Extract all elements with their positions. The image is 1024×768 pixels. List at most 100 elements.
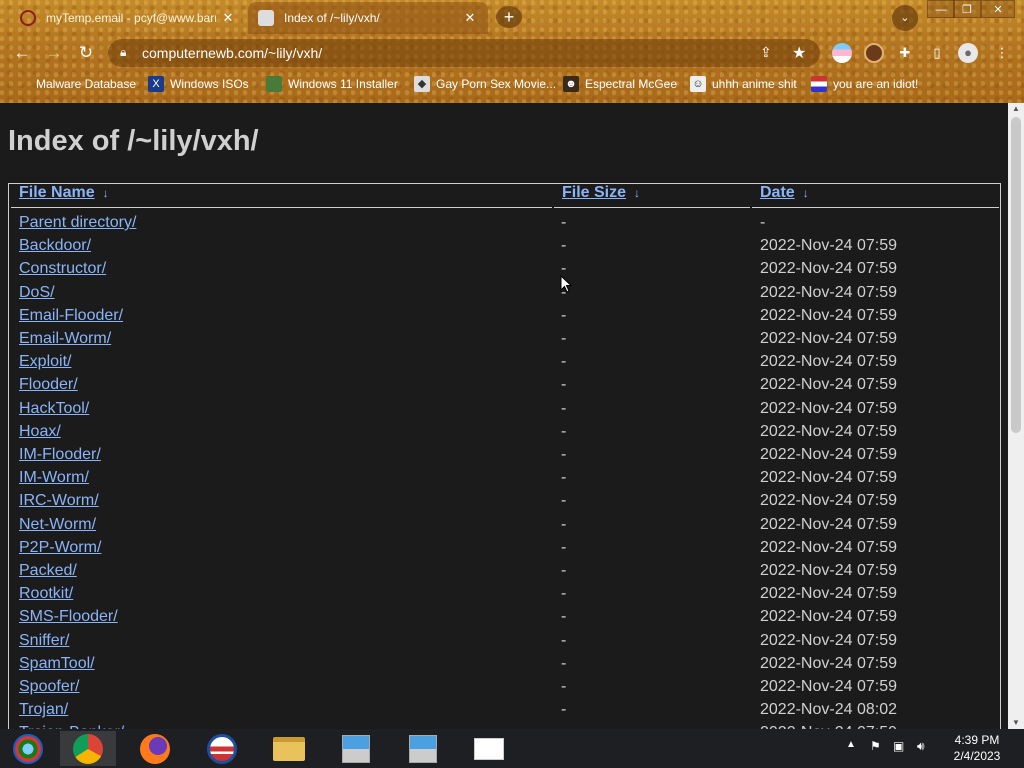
bookmark-you-are-an-idiot[interactable]: you are an idiot! [811,75,918,93]
sort-arrow-icon[interactable]: ↓ [103,186,109,200]
file-name-link[interactable]: Sniffer/ [19,632,69,650]
file-name-link[interactable]: Rootkit/ [19,585,73,603]
taskbar-installer-2[interactable] [395,731,451,766]
sort-by-date-link[interactable]: Date [760,184,795,201]
bookmark-windows-11-installer[interactable]: Windows 11 Installer [266,75,398,93]
firefox-icon [140,733,170,764]
profile-avatar-icon[interactable]: ● [958,43,978,63]
tab-strip: myTemp.email - pcyf@www.barry ✕ Index of… [0,0,1024,34]
menu-kebab-icon[interactable]: ⋮ [992,43,1012,63]
file-size: - [561,306,567,324]
file-name-link[interactable]: Email-Worm/ [19,330,111,348]
file-name-link[interactable]: IM-Worm/ [19,469,89,487]
file-name-link[interactable]: IRC-Worm/ [19,492,99,510]
sort-arrow-icon[interactable]: ↓ [634,186,640,200]
file-date: 2022-Nov-24 07:59 [760,538,897,556]
file-date: 2022-Nov-24 07:59 [760,422,897,440]
table-row: Exploit/ - 2022-Nov-24 07:59 [9,352,999,375]
bookmark-uhhh-anime-shit[interactable]: ☺ uhhh anime shit [690,75,797,93]
start-button[interactable] [0,731,56,766]
tab-favicon-icon [258,10,274,26]
back-arrow-icon[interactable]: ← [9,40,35,66]
page-scrollbar[interactable]: ▲ ▼ [1008,103,1024,729]
column-header-file-name[interactable]: File Name ↓ [19,184,109,208]
taskbar-firefox[interactable] [127,731,183,766]
avatar-extension-icon[interactable] [864,43,884,63]
window-minimize-icon[interactable]: — [927,0,955,18]
reload-icon[interactable]: ↻ [73,40,99,66]
side-panel-icon[interactable]: ▯ [927,43,947,63]
address-bar[interactable]: 🔒︎ computernewb.com/~lily/vxh/ ⇪ ★ [108,39,820,67]
column-header-file-size[interactable]: File Size ↓ [562,184,640,208]
taskbar-obama-app[interactable] [194,731,250,766]
file-date: 2022-Nov-24 07:59 [760,376,897,394]
forward-arrow-icon[interactable]: → [41,40,67,66]
bookmark-malware-database[interactable]: Malware Database [10,75,136,93]
file-size: - [561,562,567,579]
file-date: 2022-Nov-24 07:59 [760,283,897,301]
file-name-link[interactable]: SMS-Flooder/ [19,608,118,626]
file-name-link[interactable]: SpamTool/ [19,655,95,673]
window-restore-icon[interactable]: ❐ [953,0,981,18]
file-name-link[interactable]: Email-Flooder/ [19,307,123,325]
extensions-puzzle-icon[interactable]: ✚ [895,43,915,63]
sort-by-size-link[interactable]: File Size [562,184,626,201]
bookmark-espectral-mcgee[interactable]: ☻ Espectral McGee [563,75,677,93]
taskbar-chrome[interactable] [60,731,116,766]
sort-arrow-icon[interactable]: ↓ [803,186,809,200]
flag-extension-icon[interactable] [832,43,852,63]
taskbar-installer-1[interactable] [328,731,384,766]
image-icon [266,76,282,92]
campaign-logo-icon [207,733,237,764]
bookmark-gay-porn-sex-movie[interactable]: ◆ Gay Porn Sex Movie... [414,75,556,93]
taskbar-file-explorer[interactable] [261,731,317,766]
file-name-link[interactable]: Trojan/ [19,701,68,719]
table-row: IRC-Worm/ - 2022-Nov-24 07:59 [9,491,999,514]
file-name-link[interactable]: Constructor/ [19,260,106,278]
tab-mytemp-email[interactable]: myTemp.email - pcyf@www.barry ✕ [10,2,246,34]
action-center-flag-icon[interactable]: ⚑ [870,739,881,753]
file-size: - [561,631,567,649]
file-size: - [561,515,567,533]
file-name-link[interactable]: Spoofer/ [19,678,79,696]
file-name-link[interactable]: Backdoor/ [19,237,91,255]
table-row: Net-Worm/ - 2022-Nov-24 07:59 [9,515,999,538]
new-tab-plus-icon[interactable]: + [496,6,522,28]
bookmark-windows-isos[interactable]: X Windows ISOs [148,75,249,93]
taskbar-window-app[interactable] [461,731,517,766]
sort-by-name-link[interactable]: File Name [19,184,95,201]
address-bar-url[interactable]: computernewb.com/~lily/vxh/ [142,45,322,61]
column-header-date[interactable]: Date ↓ [760,184,809,208]
file-name-link[interactable]: Flooder/ [19,376,78,394]
taskbar-clock[interactable]: 4:39 PM 2/4/2023 [942,732,1012,764]
tab-close-icon[interactable]: ✕ [462,10,478,26]
bookmark-label: you are an idiot! [833,77,919,91]
tab-close-icon[interactable]: ✕ [220,10,236,26]
bookmark-label: uhhh anime shit [712,77,797,91]
volume-icon[interactable]: 🔊︎ [917,739,925,754]
scroll-up-arrow-icon[interactable]: ▲ [1008,103,1024,115]
bookmark-star-icon[interactable]: ★ [792,43,806,63]
scrollbar-thumb[interactable] [1011,117,1021,433]
tab-index-of-vxh[interactable]: Index of /~lily/vxh/ ✕ [248,2,488,34]
share-icon[interactable]: ⇪ [760,44,772,61]
file-name-link[interactable]: IM-Flooder/ [19,446,101,464]
scroll-down-arrow-icon[interactable]: ▼ [1008,717,1024,729]
show-hidden-icons-arrow-icon[interactable]: ▲ [846,739,856,750]
lock-icon[interactable]: 🔒︎ [120,45,126,60]
file-size: - [561,237,567,255]
file-name-link[interactable]: Exploit/ [19,353,71,371]
file-name-link[interactable]: HackTool/ [19,400,89,418]
window-close-icon[interactable]: ✕ [981,0,1015,18]
file-date: 2022-Nov-24 07:59 [760,492,897,510]
tab-favicon-icon [20,10,36,26]
tab-search-chevron-icon[interactable]: ⌄ [892,5,918,31]
file-name-link[interactable]: Parent directory/ [19,214,136,232]
file-name-link[interactable]: DoS/ [19,284,55,302]
file-name-link[interactable]: Hoax/ [19,423,61,441]
file-name-link[interactable]: Packed/ [19,562,77,580]
file-name-link[interactable]: P2P-Worm/ [19,539,101,557]
file-date: 2022-Nov-24 07:59 [760,330,897,347]
file-name-link[interactable]: Net-Worm/ [19,516,96,534]
network-icon[interactable]: ▣ [893,739,904,753]
